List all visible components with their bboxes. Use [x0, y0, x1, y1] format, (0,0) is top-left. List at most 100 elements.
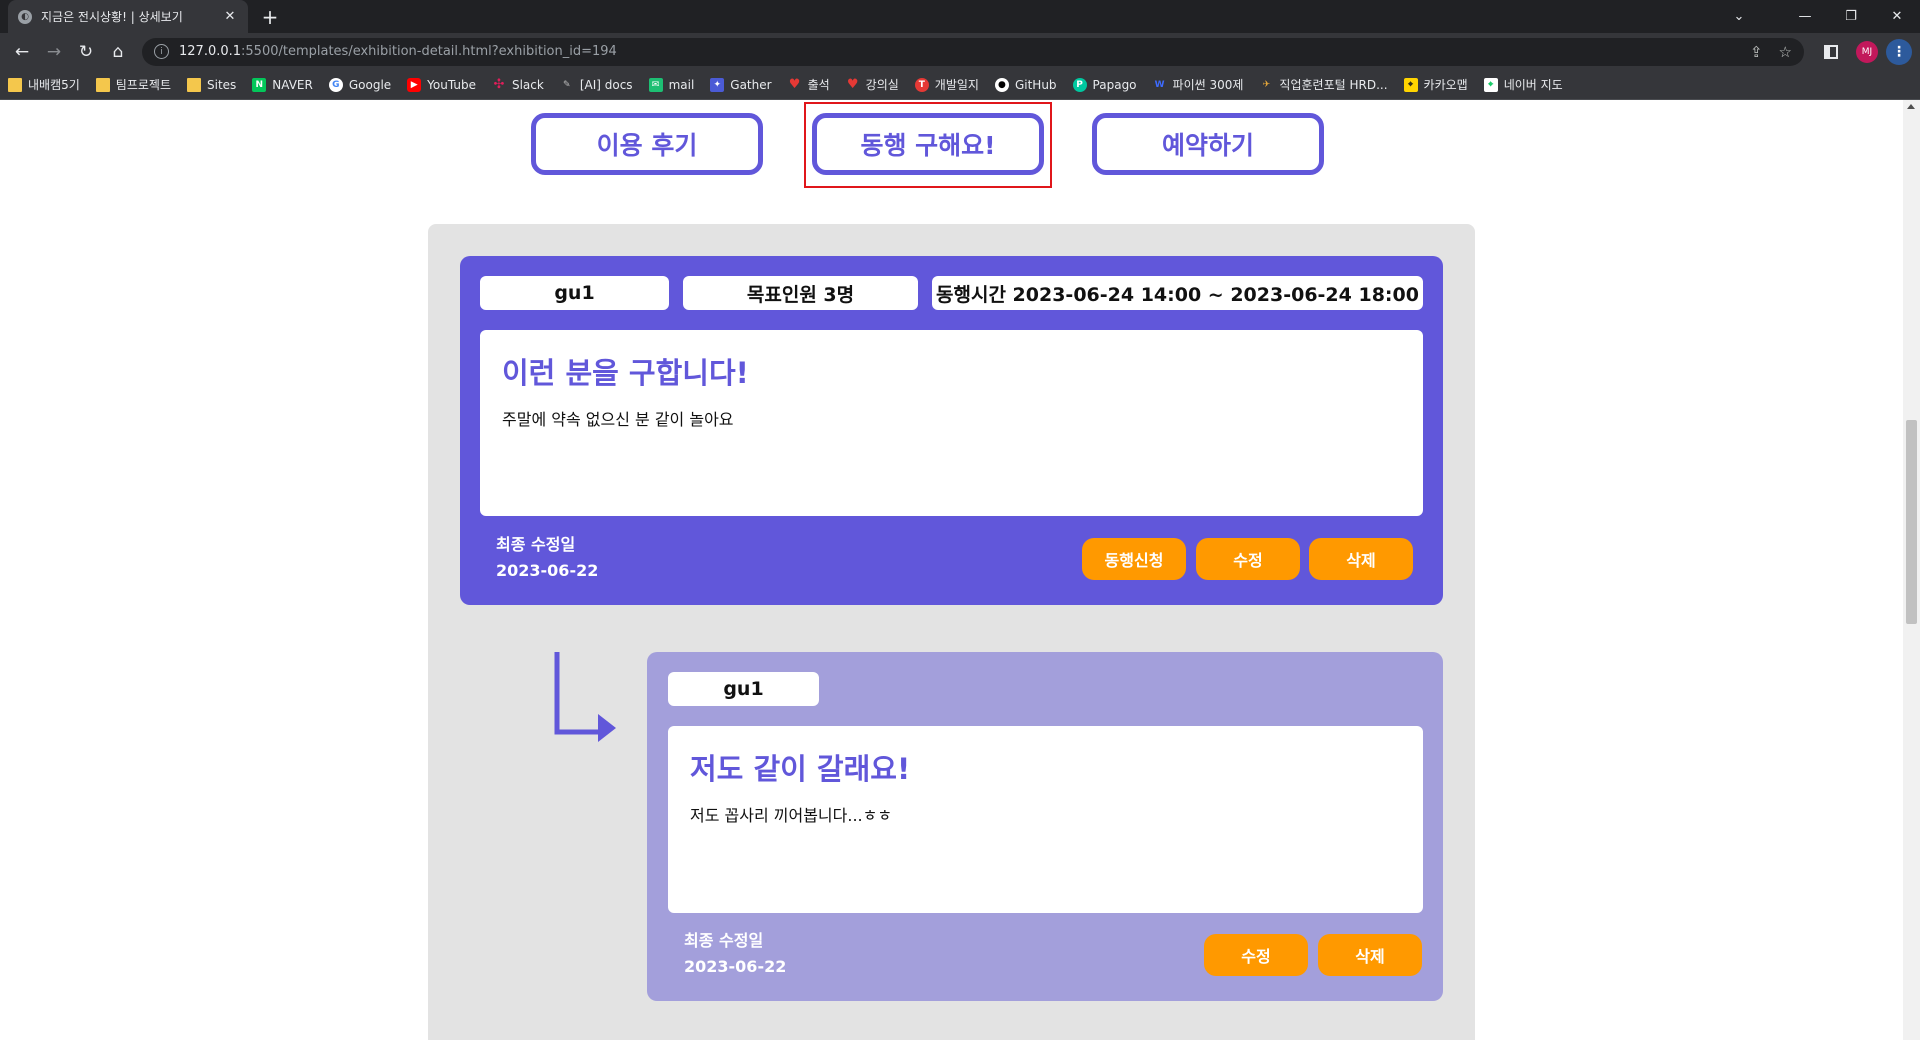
- url-host: 127.0.0.1: [179, 44, 242, 59]
- folder-icon: [8, 77, 22, 92]
- site-info-icon[interactable]: i: [154, 44, 169, 59]
- youtube-icon: ▶: [407, 77, 422, 92]
- restore-icon[interactable]: ❐: [1828, 0, 1874, 33]
- bookmark-item[interactable]: T 개발일지: [914, 76, 979, 93]
- papago-icon: P: [1072, 77, 1087, 92]
- back-icon[interactable]: ←: [8, 38, 36, 66]
- bookmark-label: Slack: [511, 77, 544, 92]
- heart-icon: ♥: [788, 77, 801, 92]
- bookmark-item[interactable]: ⌖ 카카오맵: [1403, 76, 1468, 93]
- profile-avatar[interactable]: MJ: [1856, 40, 1878, 63]
- bookmark-label: Sites: [207, 77, 237, 92]
- bookmark-label: 카카오맵: [1423, 78, 1468, 92]
- blog-icon: T: [914, 77, 929, 92]
- bookmark-label: mail: [668, 77, 695, 92]
- delete-post-button[interactable]: 삭제: [1309, 538, 1413, 580]
- bookmark-label: YouTube: [427, 77, 476, 92]
- mail-icon: ✉: [648, 77, 663, 92]
- reply-author: gu1: [668, 672, 819, 706]
- page-viewport: 이용 후기 동행 구해요! 예약하기 gu1 목표인원 3명 동행시간 2023…: [0, 100, 1920, 1040]
- tab-title: 지금은 전시상황! | 상세보기: [41, 10, 183, 24]
- browser-menu-icon[interactable]: ⋮: [1886, 38, 1912, 65]
- slack-icon: ✣: [493, 77, 505, 92]
- bookmark-label: 팀프로젝트: [115, 78, 171, 92]
- bookmark-item[interactable]: ⌖ 네이버 지도: [1483, 76, 1563, 93]
- delete-reply-button[interactable]: 삭제: [1318, 934, 1422, 976]
- bookmark-item[interactable]: N NAVER: [252, 77, 313, 92]
- bookmark-label: 강의실: [865, 78, 899, 92]
- tab-search-icon[interactable]: ⌄: [1716, 0, 1762, 33]
- bookmark-label: 직업훈련포털 HRD...: [1279, 78, 1388, 92]
- post-content-box: 이런 분을 구합니다! 주말에 약속 없으신 분 같이 놀아요: [480, 330, 1423, 516]
- bookmark-item[interactable]: ✈ 직업훈련포털 HRD...: [1259, 76, 1388, 93]
- tab-reviews-button[interactable]: 이용 후기: [531, 113, 763, 175]
- tab-close-icon[interactable]: ✕: [222, 9, 238, 24]
- bookmark-item[interactable]: ▶ YouTube: [407, 77, 476, 92]
- folder-icon: [187, 77, 201, 92]
- forward-icon[interactable]: →: [40, 38, 68, 66]
- gather-icon: ✦: [710, 77, 725, 92]
- bookmark-label: Gather: [730, 77, 772, 92]
- bookmark-label: 개발일지: [934, 78, 979, 92]
- updated-label: 최종 수정일: [496, 535, 576, 554]
- bookmark-item[interactable]: ✦ Gather: [710, 77, 772, 92]
- wikidocs-icon: W: [1154, 79, 1165, 90]
- companion-reply: gu1 저도 같이 갈래요! 저도 꼽사리 끼어봅니다...ㅎㅎ 최종 수정일 …: [647, 652, 1443, 1001]
- post-title: 이런 분을 구합니다!: [502, 356, 749, 390]
- side-panel-icon[interactable]: [1824, 44, 1838, 59]
- bookmark-item[interactable]: 내배캠5기: [8, 76, 80, 93]
- ai-docs-icon: ✎: [563, 79, 571, 90]
- bookmark-star-icon[interactable]: ☆: [1779, 43, 1792, 61]
- updated-date: 2023-06-22: [684, 957, 787, 976]
- bookmark-item[interactable]: G Google: [328, 77, 391, 92]
- bookmark-label: NAVER: [272, 77, 313, 92]
- edit-post-button[interactable]: 수정: [1196, 538, 1300, 580]
- folder-icon: [95, 77, 110, 92]
- apply-companion-button[interactable]: 동행신청: [1082, 538, 1186, 580]
- updated-date: 2023-06-22: [496, 561, 599, 580]
- browser-tab-active[interactable]: ◐ 지금은 전시상황! | 상세보기 ✕: [8, 0, 248, 33]
- home-icon[interactable]: ⌂: [104, 38, 132, 66]
- scrollbar-thumb[interactable]: [1906, 420, 1917, 624]
- reload-icon[interactable]: ↻: [72, 38, 100, 66]
- bookmark-item[interactable]: ♥ 출석: [788, 76, 830, 93]
- share-icon[interactable]: ⇪: [1750, 43, 1763, 61]
- reply-arrow-icon: [554, 652, 616, 742]
- post-author: gu1: [480, 276, 669, 310]
- bookmark-item[interactable]: ✎ [AI] docs: [560, 78, 633, 92]
- bookmark-item[interactable]: P Papago: [1072, 77, 1137, 92]
- bookmark-item[interactable]: ♥ 강의실: [846, 76, 899, 93]
- bookmark-item[interactable]: W 파이썬 300제: [1153, 76, 1244, 93]
- google-icon: G: [328, 77, 343, 92]
- bookmark-item[interactable]: ● GitHub: [994, 77, 1057, 92]
- github-icon: ●: [994, 77, 1009, 92]
- window-close-icon[interactable]: ✕: [1874, 0, 1920, 33]
- address-bar[interactable]: i 127.0.0.1:5500/templates/exhibition-de…: [142, 37, 1804, 66]
- bookmark-label: 내배캠5기: [28, 78, 80, 92]
- minimize-icon[interactable]: —: [1782, 0, 1828, 33]
- bookmark-item[interactable]: ✉ mail: [648, 77, 695, 92]
- post-time-range: 동행시간 2023-06-24 14:00 ~ 2023-06-24 18:00: [932, 276, 1423, 310]
- bookmark-label: Papago: [1092, 77, 1137, 92]
- edit-reply-button[interactable]: 수정: [1204, 934, 1308, 976]
- new-tab-icon[interactable]: +: [258, 5, 282, 29]
- reply-title: 저도 같이 갈래요!: [690, 752, 911, 786]
- post-body: 주말에 약속 없으신 분 같이 놀아요: [502, 410, 734, 429]
- bookmark-item[interactable]: ✣ Slack: [492, 77, 544, 92]
- page-scrollbar[interactable]: [1903, 100, 1920, 1040]
- reply-body: 저도 꼽사리 끼어봅니다...ㅎㅎ: [690, 806, 893, 825]
- reply-content-box: 저도 같이 갈래요! 저도 꼽사리 끼어봅니다...ㅎㅎ: [668, 726, 1423, 913]
- bookmark-item[interactable]: Sites: [187, 77, 237, 92]
- bookmark-label: 네이버 지도: [1503, 78, 1563, 92]
- scroll-up-icon[interactable]: [1907, 104, 1915, 109]
- hrd-icon: ✈: [1262, 79, 1271, 90]
- heart-icon: ♥: [846, 77, 859, 92]
- bookmark-item[interactable]: 팀프로젝트: [95, 76, 171, 93]
- browser-toolbar: ← → ↻ ⌂ i 127.0.0.1:5500/templates/exhib…: [0, 33, 1920, 70]
- bookmarks-bar: 내배캠5기 팀프로젝트 Sites N NAVER G Google ▶ YouTub…: [0, 70, 1920, 100]
- kakaomap-icon: ⌖: [1403, 77, 1418, 92]
- tab-reservation-button[interactable]: 예약하기: [1092, 113, 1324, 175]
- navermap-icon: ⌖: [1483, 77, 1498, 92]
- page-favicon-icon: ◐: [18, 9, 32, 24]
- bookmark-label: GitHub: [1014, 77, 1057, 92]
